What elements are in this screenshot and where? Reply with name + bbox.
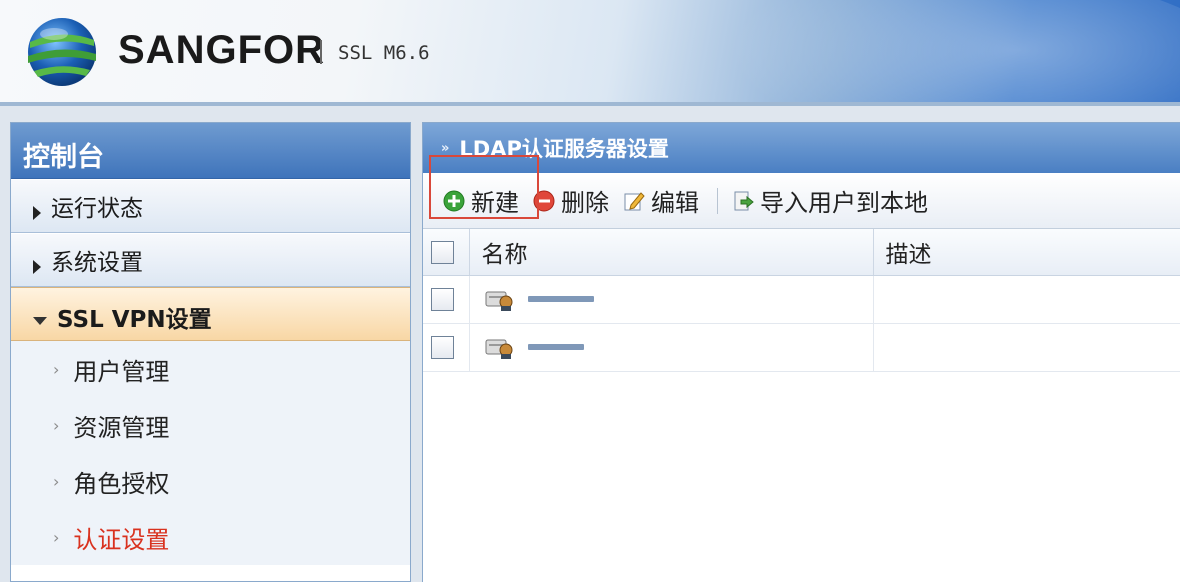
import-users-button-label: 导入用户到本地	[760, 189, 928, 217]
sidebar-item-label: 角色授权	[73, 469, 170, 498]
delete-button-label: 删除	[561, 189, 609, 217]
sidebar-group-system-settings[interactable]: 系统设置	[11, 233, 410, 287]
table-row[interactable]	[423, 275, 1180, 324]
sidebar-group-label: 系统设置	[51, 250, 143, 276]
sidebar-item-label: 认证设置	[73, 525, 170, 554]
sidebar-group-runtime-status[interactable]: 运行状态	[11, 179, 410, 233]
sidebar-item-label: 资源管理	[73, 413, 170, 442]
sidebar-group-label: SSL VPN设置	[57, 307, 212, 333]
row-select-cell	[423, 323, 470, 372]
description-cell	[873, 275, 1180, 324]
toolbar-divider	[717, 187, 718, 214]
chevron-right-icon: ›	[53, 359, 60, 379]
chevron-right-icon: ›	[53, 527, 60, 547]
ldap-settings-panel: » LDAP认证服务器设置 新建 删除 编辑 导入用户到本地 名称 描述	[422, 122, 1180, 582]
sangfor-globe-logo-icon	[28, 18, 96, 86]
edit-pencil-icon	[624, 191, 645, 210]
column-header-description[interactable]: 描述	[873, 229, 1180, 276]
name-cell	[469, 275, 874, 324]
column-header-label: 名称	[481, 241, 528, 268]
chevron-right-icon: ›	[53, 415, 60, 435]
select-all-cell	[423, 229, 470, 276]
app-header: SANGFOR SSL M6.6	[0, 0, 1180, 106]
row-checkbox[interactable]	[431, 336, 454, 359]
ldap-server-table: 名称 描述	[423, 229, 1180, 372]
ldap-server-icon	[485, 339, 512, 359]
sidebar-item-resource-management[interactable]: › 资源管理	[11, 397, 410, 453]
header-decoration	[680, 0, 1180, 106]
sidebar-group-label: 运行状态	[51, 196, 143, 222]
brand-divider	[320, 40, 322, 64]
delete-button[interactable]: 删除	[533, 183, 609, 218]
column-header-name[interactable]: 名称	[469, 229, 874, 276]
sidebar: 控制台 运行状态 系统设置 SSL VPN设置 › 用户管理 › 资源管理 › …	[10, 122, 411, 582]
edit-button[interactable]: 编辑	[623, 183, 699, 218]
name-cell	[469, 323, 874, 372]
table-row[interactable]	[423, 323, 1180, 372]
column-header-label: 描述	[885, 241, 932, 268]
sidebar-title: 控制台	[11, 123, 410, 179]
table-header-row: 名称 描述	[423, 229, 1180, 276]
redacted-server-name	[527, 296, 594, 302]
sidebar-item-label: 用户管理	[73, 357, 170, 386]
sidebar-item-user-management[interactable]: › 用户管理	[11, 341, 410, 397]
import-users-button[interactable]: 导入用户到本地	[732, 183, 928, 218]
sidebar-item-role-authorization[interactable]: › 角色授权	[11, 453, 410, 509]
description-cell	[873, 323, 1180, 372]
product-version: SSL M6.6	[338, 42, 430, 64]
row-checkbox[interactable]	[431, 288, 454, 311]
caret-down-icon	[33, 317, 47, 325]
ldap-server-icon	[485, 291, 512, 311]
caret-right-icon	[33, 260, 41, 274]
brand-name: SANGFOR	[118, 28, 325, 72]
sidebar-item-auth-settings[interactable]: › 认证设置	[11, 509, 410, 565]
select-all-checkbox[interactable]	[431, 240, 454, 264]
row-select-cell	[423, 275, 470, 324]
sidebar-group-ssl-vpn-settings[interactable]: SSL VPN设置	[11, 287, 410, 341]
edit-button-label: 编辑	[651, 189, 699, 217]
redacted-server-name	[527, 344, 584, 350]
toolbar: 新建 删除 编辑 导入用户到本地	[423, 155, 1180, 229]
caret-right-icon	[33, 206, 41, 220]
new-button-highlight	[429, 155, 539, 219]
double-chevron-icon: »	[441, 140, 450, 156]
chevron-right-icon: ›	[53, 471, 60, 491]
import-icon	[734, 191, 754, 210]
